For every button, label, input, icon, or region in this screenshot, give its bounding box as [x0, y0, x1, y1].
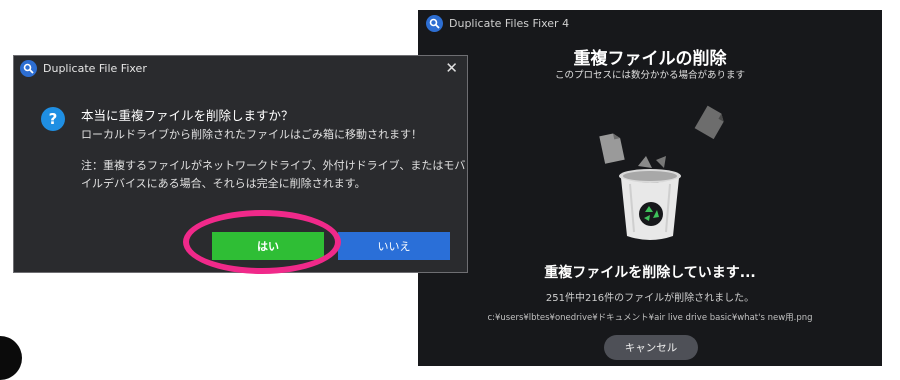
- current-file-path: c:¥users¥lbtes¥onedrive¥ドキュメント¥air live …: [487, 313, 813, 323]
- question-icon: ?: [41, 107, 65, 131]
- close-icon[interactable]: ✕: [445, 59, 458, 77]
- highlight-ring: [183, 210, 341, 274]
- recycle-icon: [639, 202, 663, 226]
- progress-window-titlebar: Duplicate Files Fixer 4: [418, 10, 882, 36]
- deleting-status: 重複ファイルを削除しています...: [544, 265, 756, 281]
- progress-window-title: Duplicate Files Fixer 4: [449, 16, 570, 30]
- dialog-question: 本当に重複ファイルを削除しますか？: [81, 108, 294, 123]
- progress-subheading: このプロセスには数分かかる場合があります: [554, 70, 745, 81]
- app-logo-icon: [20, 59, 37, 77]
- corner-shape: [0, 336, 22, 380]
- progress-count: 251件中216件のファイルが削除されました。: [545, 293, 755, 304]
- app-logo-icon: [426, 14, 443, 32]
- confirm-dialog-titlebar: Duplicate File Fixer ✕: [14, 56, 467, 80]
- trash-can-icon: [599, 105, 724, 240]
- file-icon: [599, 133, 625, 164]
- dialog-info: ローカルドライブから削除されたファイルはごみ箱に移動されます！: [81, 128, 422, 141]
- file-icon: [694, 105, 724, 140]
- progress-window: Duplicate Files Fixer 4 重複ファイルの削除 このプロセス…: [418, 10, 882, 366]
- cancel-button[interactable]: キャンセル: [604, 335, 698, 360]
- progress-heading: 重複ファイルの削除: [573, 49, 727, 69]
- dialog-note: 注：重複するファイルがネットワークドライブ、外付けドライブ、またはモバイルデバイ…: [81, 159, 466, 190]
- confirm-dialog-title: Duplicate File Fixer: [43, 61, 147, 75]
- no-button[interactable]: いいえ: [338, 232, 450, 260]
